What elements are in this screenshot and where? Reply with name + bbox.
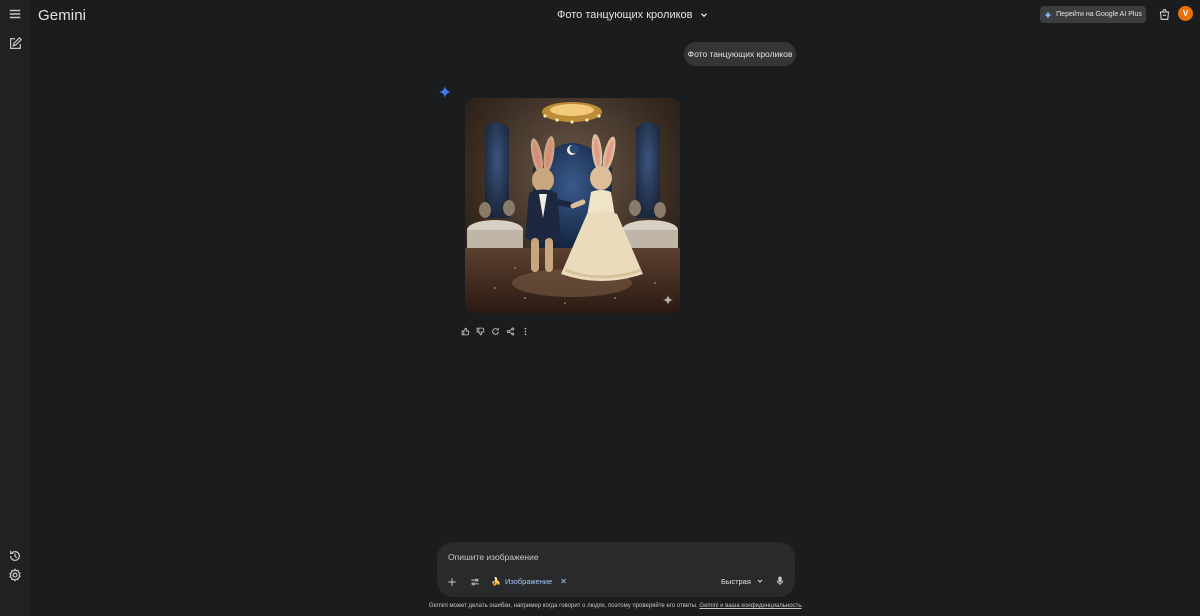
user-message: Фото танцующих кроликов [684,42,796,66]
thumb-down-icon [476,327,484,335]
response-actions [460,326,530,338]
chevron-down-icon [757,579,763,583]
menu-icon [9,9,21,19]
mode-label: Быстрая [721,576,751,586]
more-options-button[interactable] [520,326,530,336]
sparkle-icon [1044,10,1053,19]
generated-image[interactable] [465,98,680,313]
banana-icon: 🍌 [491,576,501,586]
close-icon[interactable]: ✕ [560,577,567,586]
microphone-icon [776,576,784,586]
image-tool-label: Изображение [504,576,553,586]
gemini-spark-icon [439,86,451,98]
microphone-button[interactable] [774,575,786,587]
activity-icon [10,550,20,561]
chevron-down-icon [700,13,707,18]
disclaimer: Gemini может делать ошибки, например ког… [0,603,1200,609]
chat-title-dropdown[interactable]: Фото танцующих кроликов [557,8,709,22]
menu-button[interactable] [5,4,25,24]
share-icon [506,327,514,335]
settings-button[interactable] [5,565,25,585]
upgrade-button[interactable]: Перейти на Google AI Plus [1040,6,1146,23]
mode-selector[interactable]: Быстрая [721,575,764,587]
app-logo[interactable]: Gemini [38,7,86,24]
prompt-composer: 🍌 Изображение ✕ Быстрая [437,542,795,597]
dancing-rabbits-image [465,98,680,313]
disclaimer-text: Gemini может делать ошибки, например ког… [428,603,698,609]
avatar-letter: V [1182,9,1189,18]
new-chat-icon [10,37,22,49]
settings-icon [9,568,21,582]
avatar[interactable]: V [1178,6,1193,21]
activity-button[interactable] [5,546,25,566]
tools-button[interactable] [469,576,481,588]
regenerate-icon [491,327,499,335]
privacy-link[interactable]: Gemini и ваша конфиденциальность [699,603,801,609]
plus-icon [448,578,456,586]
share-button[interactable] [505,326,515,336]
regenerate-button[interactable] [490,326,500,336]
side-rail [0,0,30,616]
thumb-up-button[interactable] [460,326,470,336]
shopping-bag-icon [1159,9,1170,20]
thumb-down-button[interactable] [475,326,485,336]
thumb-up-icon [461,327,469,335]
google-apps-button[interactable] [1158,8,1171,21]
tune-icon [471,578,479,586]
chat-title: Фото танцующих кроликов [557,9,693,21]
prompt-input[interactable] [448,550,778,564]
more-icon [524,327,526,335]
new-chat-button[interactable] [5,34,25,54]
add-attachment-button[interactable] [446,576,458,588]
image-tool-chip[interactable]: 🍌 Изображение ✕ [491,575,567,587]
disclaimer-period: . [801,603,804,609]
upgrade-label: Перейти на Google AI Plus [1056,11,1142,18]
